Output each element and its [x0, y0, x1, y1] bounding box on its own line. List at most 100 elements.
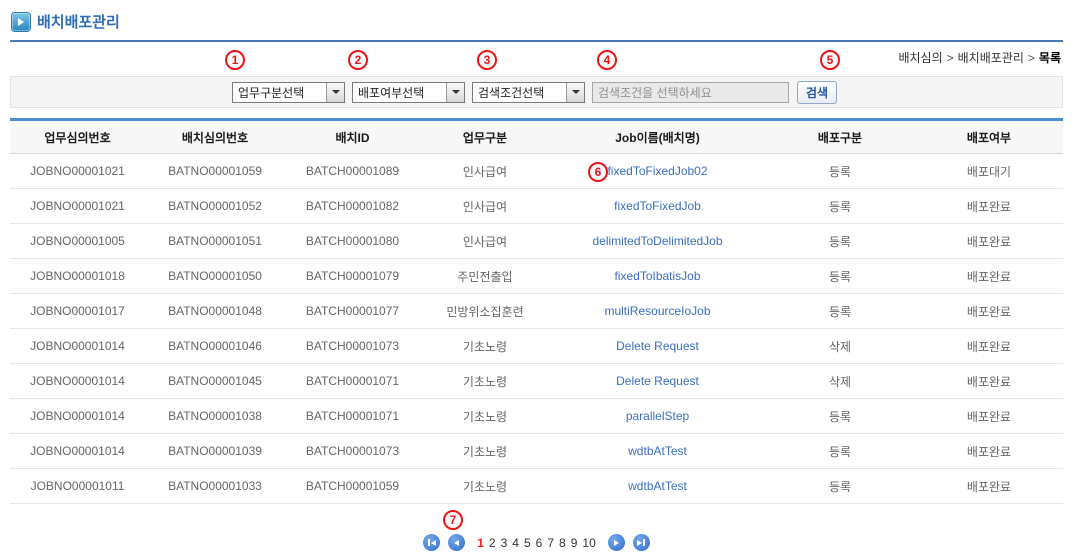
last-page-button[interactable]	[633, 534, 650, 551]
page-number-list: 1 2 3 4 5 6 7 8 9 10	[477, 536, 596, 550]
cell-deploy-type: 등록	[765, 469, 915, 504]
breadcrumb-item: 배치심의	[898, 51, 942, 65]
page-title: 배치배포관리	[37, 11, 120, 32]
job-name-link[interactable]: parallelStep	[626, 409, 689, 423]
chevron-down-icon	[326, 83, 344, 102]
job-name-link[interactable]: delimitedToDelimitedJob	[592, 234, 722, 248]
deploy-status-select-value: 배포여부선택	[358, 84, 424, 101]
table-row: JOBNO00001014 BATNO00001039 BATCH0000107…	[10, 434, 1063, 469]
job-name-link[interactable]: Delete Request	[616, 374, 699, 388]
cell-job-no: JOBNO00001014	[10, 329, 145, 364]
pagination: 1 2 3 4 5 6 7 8 9 10	[0, 534, 1073, 551]
cell-bat-no: BATNO00001039	[145, 434, 285, 469]
col-header-job-review-no: 업무심의번호	[10, 120, 145, 154]
page-number[interactable]: 7	[547, 536, 554, 550]
cell-bat-no: BATNO00001048	[145, 294, 285, 329]
cell-deploy-status: 배포완료	[915, 469, 1063, 504]
cell-bat-no: BATNO00001050	[145, 259, 285, 294]
cell-deploy-status: 배포완료	[915, 224, 1063, 259]
search-button[interactable]: 검색	[797, 81, 837, 104]
title-arrow-icon	[12, 13, 30, 31]
cell-batch-id: BATCH00001080	[285, 224, 420, 259]
search-condition-select[interactable]: 검색조건선택	[472, 82, 585, 103]
table-header-row: 업무심의번호 배치심의번호 배치ID 업무구분 Job이름(배치명) 배포구분 …	[10, 120, 1063, 154]
table-row: JOBNO00001011 BATNO00001033 BATCH0000105…	[10, 469, 1063, 504]
cell-business-type: 기초노령	[420, 469, 550, 504]
cell-job-no: JOBNO00001021	[10, 189, 145, 224]
cell-business-type: 인사급여	[420, 189, 550, 224]
cell-job-no: JOBNO00001011	[10, 469, 145, 504]
annotation-circle-3: 3	[477, 50, 497, 70]
page-number-current: 1	[477, 536, 484, 550]
page-number[interactable]: 6	[536, 536, 543, 550]
table-row: JOBNO00001018 BATNO00001050 BATCH0000107…	[10, 259, 1063, 294]
cell-deploy-status: 배포완료	[915, 294, 1063, 329]
job-name-link[interactable]: Delete Request	[616, 339, 699, 353]
first-page-icon	[428, 539, 430, 546]
last-page-icon	[637, 540, 642, 546]
annotation-circle-6: 6	[588, 162, 608, 182]
cell-deploy-status: 배포완료	[915, 329, 1063, 364]
cell-batch-id: BATCH00001073	[285, 434, 420, 469]
cell-deploy-type: 삭제	[765, 364, 915, 399]
cell-batch-id: BATCH00001059	[285, 469, 420, 504]
cell-bat-no: BATNO00001046	[145, 329, 285, 364]
cell-job-no: JOBNO00001018	[10, 259, 145, 294]
table-row: JOBNO00001014 BATNO00001046 BATCH0000107…	[10, 329, 1063, 364]
job-name-link[interactable]: multiResourceIoJob	[604, 304, 710, 318]
cell-bat-no: BATNO00001033	[145, 469, 285, 504]
first-page-button[interactable]	[423, 534, 440, 551]
cell-job-no: JOBNO00001021	[10, 154, 145, 189]
annotation-circle-2: 2	[348, 50, 368, 70]
next-page-button[interactable]	[608, 534, 625, 551]
annotation-circle-7: 7	[443, 510, 463, 530]
cell-business-type: 주민전출입	[420, 259, 550, 294]
annotation-circle-1: 1	[225, 50, 245, 70]
next-page-icon	[614, 540, 619, 546]
cell-deploy-status: 배포완료	[915, 399, 1063, 434]
cell-business-type: 기초노령	[420, 399, 550, 434]
cell-business-type: 기초노령	[420, 329, 550, 364]
breadcrumb-separator: >	[947, 51, 954, 65]
chevron-down-icon	[566, 83, 584, 102]
page-number[interactable]: 9	[571, 536, 578, 550]
col-header-deploy-status: 배포여부	[915, 120, 1063, 154]
job-name-link[interactable]: fixedToFixedJob	[614, 199, 701, 213]
deploy-status-select[interactable]: 배포여부선택	[352, 82, 465, 103]
cell-business-type: 민방위소집훈련	[420, 294, 550, 329]
job-name-link[interactable]: fixedToIbatisJob	[614, 269, 700, 283]
cell-job-no: JOBNO00001017	[10, 294, 145, 329]
cell-deploy-type: 등록	[765, 434, 915, 469]
table-row: JOBNO00001021 BATNO00001059 BATCH0000108…	[10, 154, 1063, 189]
annotation-circle-5: 5	[820, 50, 840, 70]
business-type-select[interactable]: 업무구분선택	[232, 82, 345, 103]
cell-batch-id: BATCH00001071	[285, 364, 420, 399]
cell-deploy-status: 배포완료	[915, 364, 1063, 399]
search-keyword-input[interactable]	[592, 82, 789, 103]
cell-deploy-type: 등록	[765, 224, 915, 259]
chevron-down-icon	[446, 83, 464, 102]
job-name-link[interactable]: wdtbAtTest	[628, 479, 687, 493]
batch-deploy-table: 업무심의번호 배치심의번호 배치ID 업무구분 Job이름(배치명) 배포구분 …	[10, 118, 1063, 504]
annotation-circle-4: 4	[597, 50, 617, 70]
search-bar: 업무구분선택 배포여부선택 검색조건선택 검색	[10, 76, 1063, 108]
col-header-deploy-type: 배포구분	[765, 120, 915, 154]
page-number[interactable]: 3	[501, 536, 508, 550]
breadcrumb: 배치심의>배치배포관리>목록	[898, 49, 1061, 66]
job-name-link[interactable]: fixedToFixedJob02	[607, 164, 707, 178]
page-number[interactable]: 4	[512, 536, 519, 550]
prev-page-button[interactable]	[448, 534, 465, 551]
page-number[interactable]: 2	[489, 536, 496, 550]
col-header-job-name: Job이름(배치명)	[550, 120, 765, 154]
page-number[interactable]: 10	[582, 536, 595, 550]
cell-deploy-type: 등록	[765, 259, 915, 294]
page-number[interactable]: 5	[524, 536, 531, 550]
title-divider	[10, 40, 1063, 42]
cell-business-type: 기초노령	[420, 434, 550, 469]
cell-batch-id: BATCH00001071	[285, 399, 420, 434]
page-number[interactable]: 8	[559, 536, 566, 550]
job-name-link[interactable]: wdtbAtTest	[628, 444, 687, 458]
search-condition-select-value: 검색조건선택	[478, 84, 544, 101]
cell-job-no: JOBNO00001014	[10, 399, 145, 434]
batch-deploy-management-page: 배치배포관리 배치심의>배치배포관리>목록 업무구분선택 배포여부선택 검색조건…	[0, 0, 1073, 560]
